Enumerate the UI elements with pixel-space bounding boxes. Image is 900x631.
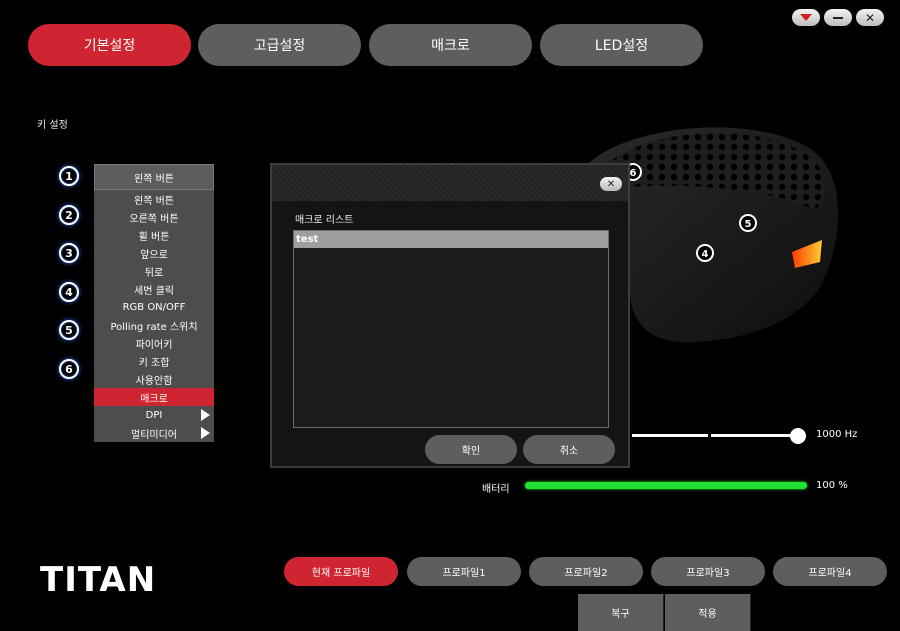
tab-macro[interactable]: 매크로 xyxy=(369,24,532,66)
option-key-combo[interactable]: 키 조합 xyxy=(94,352,214,370)
slider-tick xyxy=(708,434,711,437)
battery-label: 배터리 xyxy=(482,484,510,495)
triangle-down-icon xyxy=(800,14,812,21)
macro-dialog: ✕ 매크로 리스트 test 확인 취소 xyxy=(270,163,630,468)
tab-advanced-settings[interactable]: 고급설정 xyxy=(198,24,361,66)
option-dpi[interactable]: DPI xyxy=(94,406,214,424)
option-back[interactable]: 뒤로 xyxy=(94,262,214,280)
tab-led-settings[interactable]: LED설정 xyxy=(540,24,703,66)
option-disable[interactable]: 사용안함 xyxy=(94,370,214,388)
battery-value: 100 % xyxy=(816,480,848,491)
key-assign-dropdown[interactable]: 왼쪽 버튼 xyxy=(94,164,214,190)
key-assign-options: 왼쪽 버튼 오른쪽 버튼 휠 버튼 앞으로 뒤로 세번 클릭 RGB ON/OF… xyxy=(94,190,214,442)
dialog-header xyxy=(272,165,628,201)
close-button[interactable]: ✕ xyxy=(856,9,884,26)
macro-list-label: 매크로 리스트 xyxy=(295,215,354,226)
option-multimedia-label: 멀티미디어 xyxy=(131,429,177,441)
apply-button[interactable]: 적용 xyxy=(665,594,751,631)
option-polling-switch[interactable]: Polling rate 스위치 xyxy=(94,316,214,334)
option-triple-click[interactable]: 세번 클릭 xyxy=(94,280,214,298)
key-settings-title: 키 설정 xyxy=(37,120,68,131)
profile-4-button[interactable]: 프로파일4 xyxy=(773,557,887,586)
profile-2-button[interactable]: 프로파일2 xyxy=(529,557,643,586)
profile-current-button[interactable]: 현재 프로파일 xyxy=(284,557,398,586)
option-macro[interactable]: 매크로 xyxy=(94,388,214,406)
mouse-callout-4-label: 4 xyxy=(702,249,709,260)
close-icon: ✕ xyxy=(864,10,876,25)
button-number-5: 5 xyxy=(59,320,79,340)
macro-list[interactable]: test xyxy=(293,230,609,428)
tab-basic-settings[interactable]: 기본설정 xyxy=(28,24,191,66)
battery-bar xyxy=(525,482,807,489)
battery-bar-fill xyxy=(525,482,807,489)
polling-rate-slider-handle[interactable] xyxy=(790,428,806,444)
option-fire-key[interactable]: 파이어키 xyxy=(94,334,214,352)
restore-button[interactable]: 복구 xyxy=(578,594,664,631)
list-item[interactable]: test xyxy=(294,231,608,248)
ok-button[interactable]: 확인 xyxy=(425,435,517,464)
cancel-button[interactable]: 취소 xyxy=(523,435,615,464)
close-icon: ✕ xyxy=(606,178,616,190)
polling-rate-value: 1000 Hz xyxy=(816,429,858,440)
menu-down-button[interactable] xyxy=(792,9,820,26)
minimize-button[interactable] xyxy=(824,9,852,26)
polling-rate-slider-track[interactable] xyxy=(632,434,798,437)
mouse-callout-6-label: 6 xyxy=(630,168,637,179)
option-left-button[interactable]: 왼쪽 버튼 xyxy=(94,190,214,208)
submenu-arrow-icon xyxy=(201,427,210,439)
button-number-1: 1 xyxy=(59,166,79,186)
option-dpi-label: DPI xyxy=(145,409,163,421)
minimize-icon xyxy=(833,16,843,19)
mouse-callout-5-label: 5 xyxy=(745,219,752,230)
button-number-6: 6 xyxy=(59,359,79,379)
dialog-close-button[interactable]: ✕ xyxy=(600,177,622,191)
profile-1-button[interactable]: 프로파일1 xyxy=(407,557,521,586)
submenu-arrow-icon xyxy=(201,409,210,421)
option-right-button[interactable]: 오른쪽 버튼 xyxy=(94,208,214,226)
button-number-2: 2 xyxy=(59,205,79,225)
option-multimedia[interactable]: 멀티미디어 xyxy=(94,424,214,442)
button-number-4: 4 xyxy=(59,282,79,302)
option-wheel-button[interactable]: 휠 버튼 xyxy=(94,226,214,244)
button-number-3: 3 xyxy=(59,243,79,263)
titan-logo: TITAN xyxy=(40,560,157,600)
profile-3-button[interactable]: 프로파일3 xyxy=(651,557,765,586)
option-rgb-toggle[interactable]: RGB ON/OFF xyxy=(94,298,214,316)
option-forward[interactable]: 앞으로 xyxy=(94,244,214,262)
